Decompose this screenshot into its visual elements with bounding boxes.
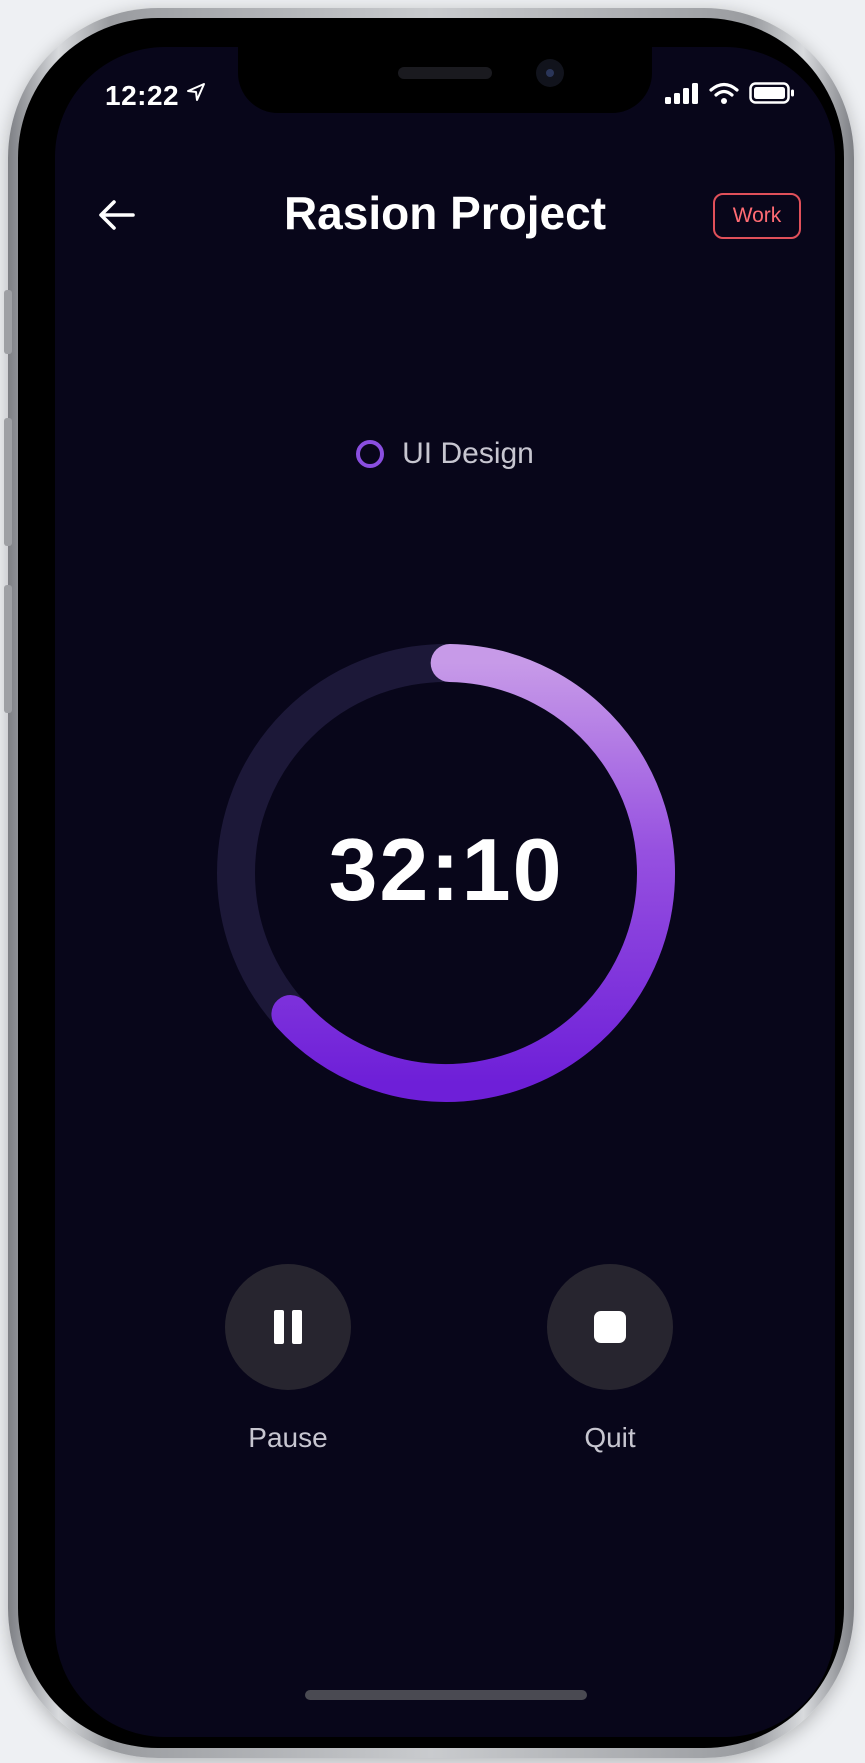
quit-label: Quit (584, 1422, 636, 1453)
cellular-signal-icon (665, 83, 698, 104)
status-time: 12:22 (105, 80, 180, 111)
app-screen: 12:22 Rasion Project Work UI Design 32:1… (55, 47, 835, 1737)
timer-ring: 32:10 (216, 643, 676, 1103)
back-arrow-icon[interactable] (95, 193, 139, 237)
front-camera (536, 59, 564, 87)
quit-button[interactable] (547, 1264, 673, 1390)
task-circle-icon (356, 440, 385, 468)
pause-control: Pause (225, 1264, 351, 1454)
pause-label: Pause (248, 1422, 328, 1453)
volume-down-button (4, 585, 12, 713)
silent-switch (4, 290, 12, 354)
page-title: Rasion Project (283, 187, 607, 239)
task-label: UI Design (402, 437, 534, 470)
speaker-grille (398, 67, 492, 79)
wifi-icon (709, 82, 739, 104)
quit-control: Quit (547, 1264, 673, 1454)
status-icons (665, 81, 795, 105)
notch (238, 47, 652, 113)
battery-icon (749, 82, 794, 104)
category-tag[interactable]: Work (713, 193, 801, 239)
pause-icon (274, 1310, 302, 1344)
task-indicator: UI Design (55, 437, 835, 471)
home-indicator (305, 1690, 587, 1700)
location-arrow-icon (187, 83, 205, 101)
timer-display: 32:10 (328, 820, 564, 919)
stop-icon (594, 1311, 626, 1343)
volume-up-button (4, 418, 12, 546)
pause-button[interactable] (225, 1264, 351, 1390)
